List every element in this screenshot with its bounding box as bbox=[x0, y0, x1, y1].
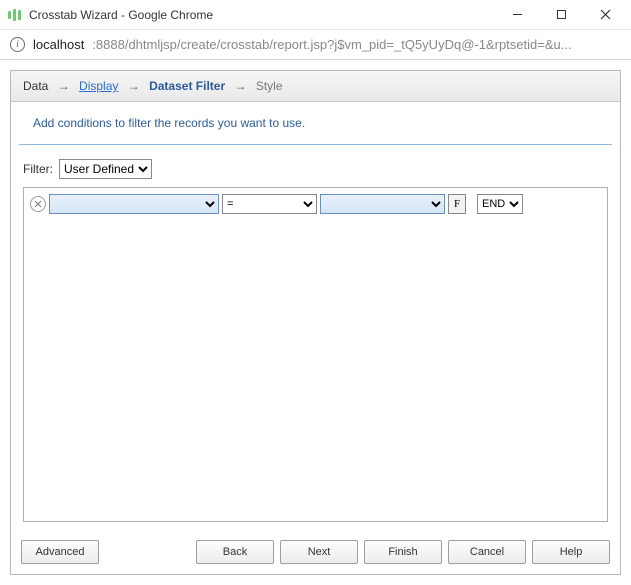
close-button[interactable] bbox=[583, 0, 627, 30]
breadcrumb: Data → Display → Dataset Filter → Style bbox=[11, 71, 620, 102]
maximize-button[interactable] bbox=[539, 0, 583, 30]
address-host: localhost bbox=[33, 37, 84, 52]
logic-combo[interactable]: END bbox=[477, 194, 523, 214]
finish-button[interactable]: Finish bbox=[364, 540, 442, 564]
back-button[interactable]: Back bbox=[196, 540, 274, 564]
field-combo[interactable] bbox=[49, 194, 219, 214]
breadcrumb-step-display[interactable]: Display bbox=[79, 79, 118, 93]
breadcrumb-arrow-icon: → bbox=[128, 79, 140, 93]
advanced-button[interactable]: Advanced bbox=[21, 540, 99, 564]
breadcrumb-arrow-icon: → bbox=[58, 79, 70, 93]
breadcrumb-arrow-icon: → bbox=[234, 79, 246, 93]
condition-row: = F END bbox=[30, 194, 601, 214]
button-bar: Advanced Back Next Finish Cancel Help bbox=[11, 530, 620, 574]
conditions-grid: = F END bbox=[23, 187, 608, 522]
breadcrumb-step-current: Dataset Filter bbox=[149, 79, 225, 93]
delete-condition-button[interactable] bbox=[30, 196, 46, 212]
formula-button[interactable]: F bbox=[448, 194, 466, 214]
help-button[interactable]: Help bbox=[532, 540, 610, 564]
window-titlebar: Crosstab Wizard - Google Chrome bbox=[0, 0, 631, 30]
wizard-panel: Data → Display → Dataset Filter → Style … bbox=[10, 70, 621, 575]
cancel-button[interactable]: Cancel bbox=[448, 540, 526, 564]
window-title: Crosstab Wizard - Google Chrome bbox=[29, 8, 495, 22]
breadcrumb-step-style: Style bbox=[256, 79, 283, 93]
filter-select[interactable]: User Defined bbox=[59, 159, 152, 179]
address-path: :8888/dhtmljsp/create/crosstab/report.js… bbox=[92, 37, 621, 52]
app-icon bbox=[8, 9, 21, 21]
minimize-button[interactable] bbox=[495, 0, 539, 30]
breadcrumb-step-data: Data bbox=[23, 79, 48, 93]
value-combo[interactable] bbox=[320, 194, 445, 214]
operator-combo[interactable]: = bbox=[222, 194, 317, 214]
info-icon[interactable]: i bbox=[10, 37, 25, 52]
instruction-text: Add conditions to filter the records you… bbox=[19, 102, 612, 145]
address-bar[interactable]: i localhost :8888/dhtmljsp/create/crossta… bbox=[0, 30, 631, 60]
next-button[interactable]: Next bbox=[280, 540, 358, 564]
filter-label: Filter: bbox=[23, 162, 53, 176]
